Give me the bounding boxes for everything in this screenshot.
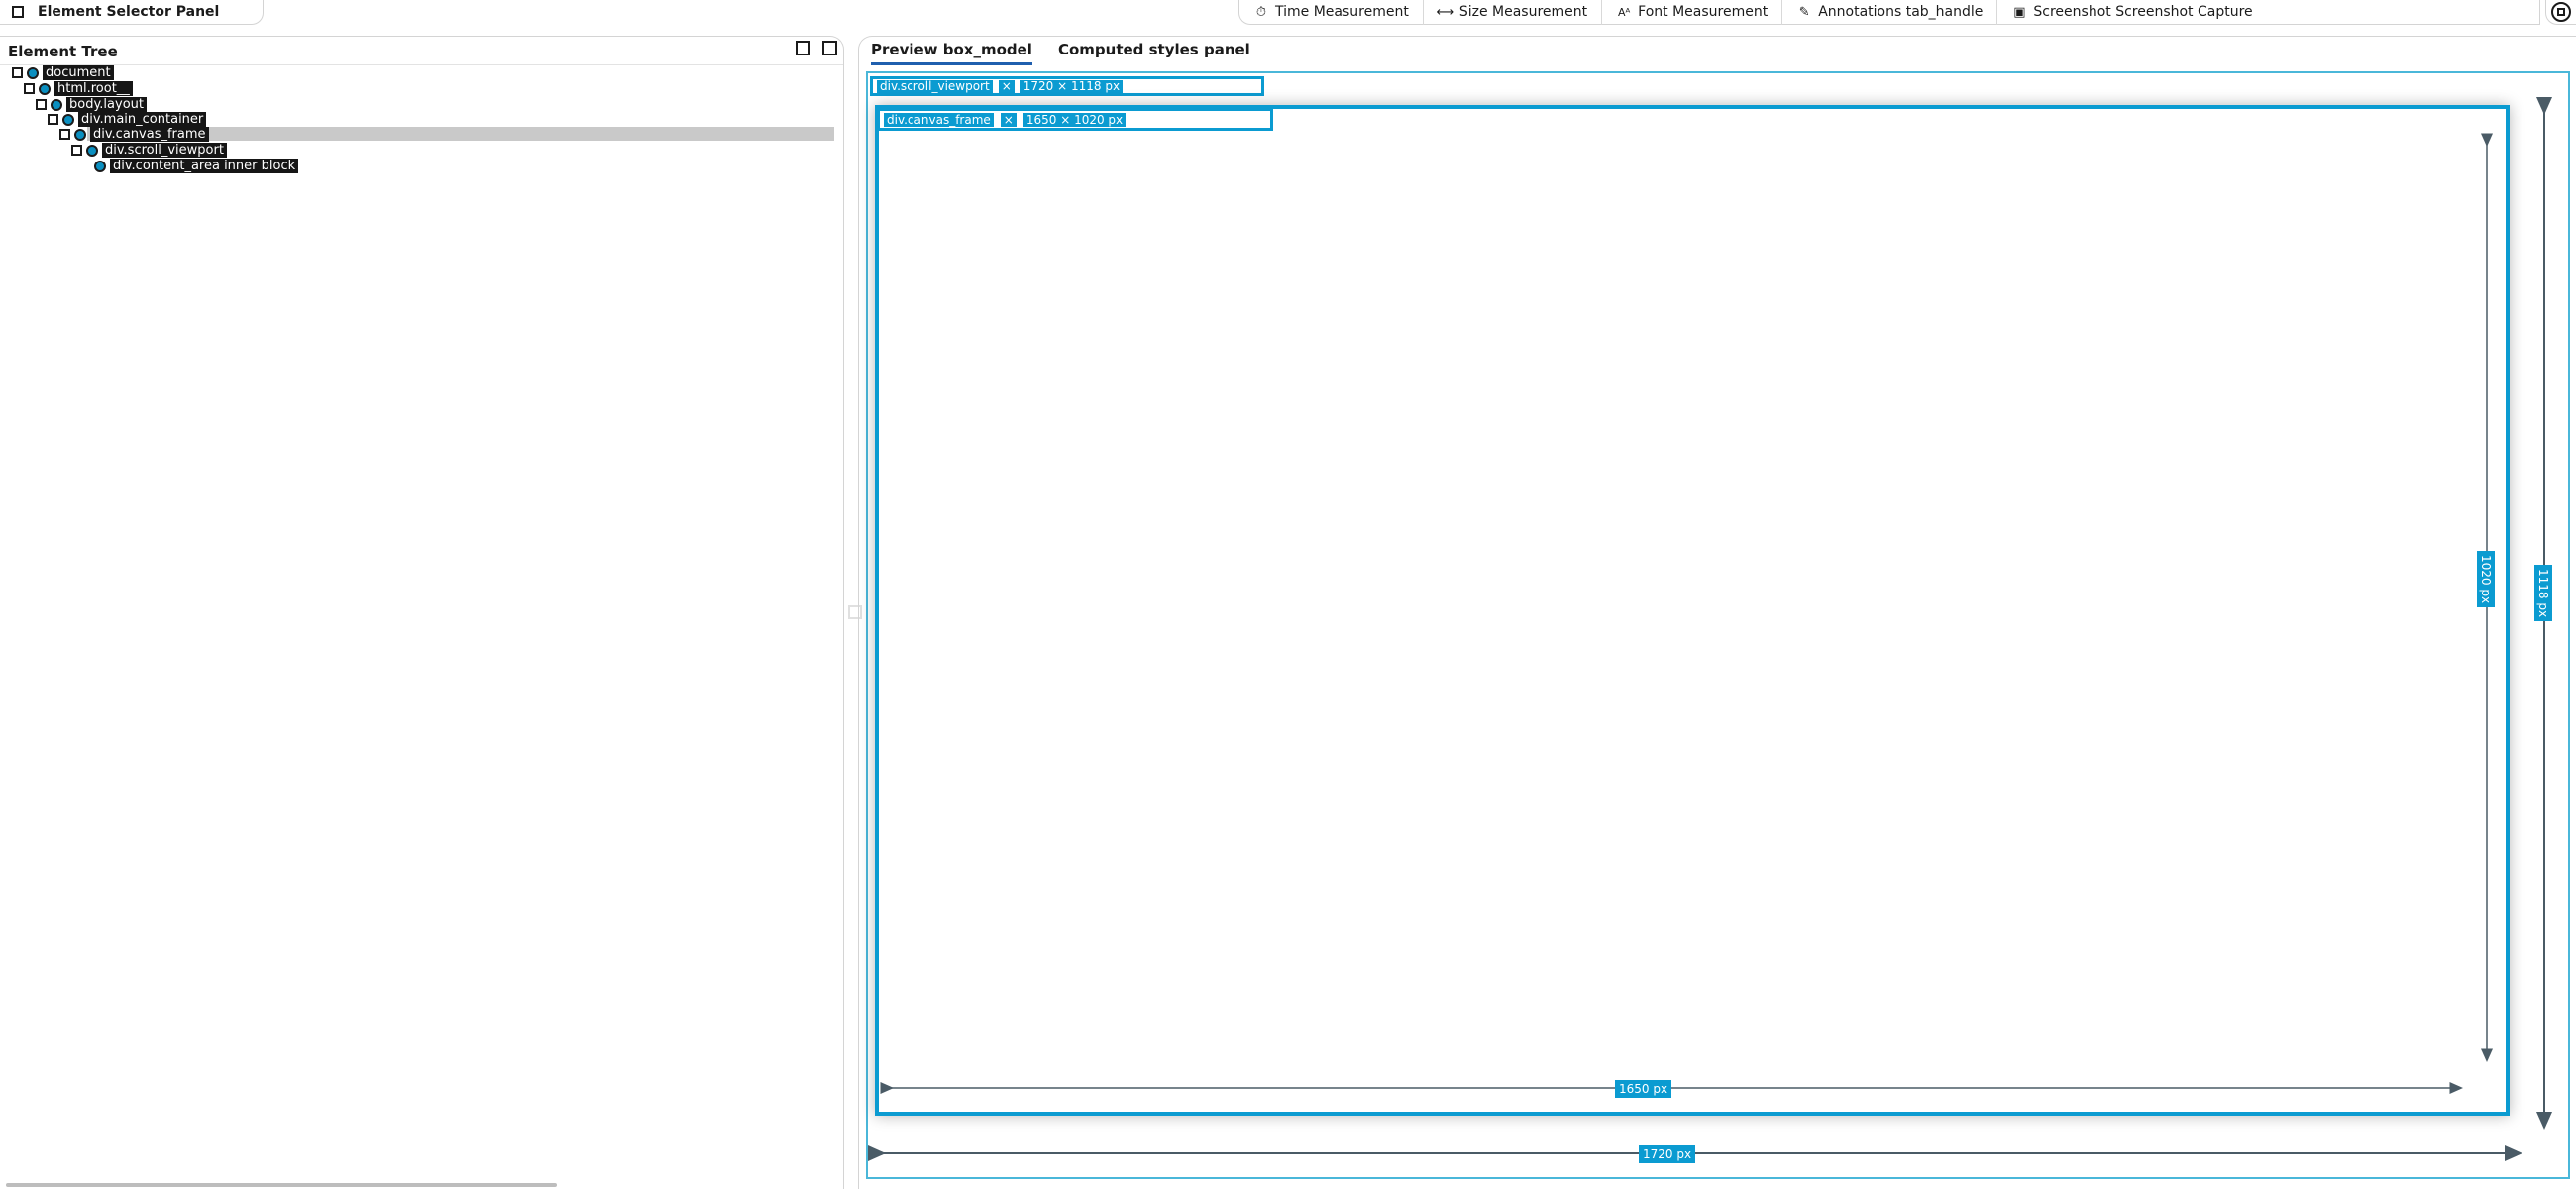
settings-button[interactable] [2545, 0, 2576, 25]
tab-preview[interactable]: Preview box_model [871, 41, 1032, 65]
inner-width-value: 1650 px [1615, 1080, 1672, 1098]
tree-node-label: div.canvas_frame [90, 127, 209, 142]
image-icon: ▣ [2013, 4, 2026, 20]
annotations-button[interactable]: ✎ Annotations tab_handle [1782, 0, 1998, 25]
panel-toggle[interactable]: Element Selector Panel [0, 0, 264, 25]
tree-node[interactable]: div.content_area inner block [94, 159, 299, 173]
outer-element-size: 1720 × 1118 px [1020, 79, 1124, 93]
horizontal-scrollbar[interactable] [6, 1183, 557, 1187]
annotations-label: Annotations tab_handle [1818, 4, 1984, 20]
measurement-toolbar: ⏱ Time Measurement ⟷ Size Measurement Aᴬ… [1238, 0, 2540, 25]
size-measurement-label: Size Measurement [1458, 4, 1588, 20]
tab-computed-styles[interactable]: Computed styles panel [1058, 41, 1250, 65]
tree-node[interactable]: div.scroll_viewport [71, 143, 227, 158]
outer-element-name: div.scroll_viewport [877, 79, 993, 93]
tree-node[interactable]: document [12, 65, 114, 80]
tree-node-label: body.layout [66, 97, 147, 112]
outer-element-separator: × [998, 79, 1015, 93]
font-measurement-button[interactable]: Aᴬ Font Measurement [1602, 0, 1783, 25]
top-toolbar: Element Selector Panel ⏱ Time Measuremen… [0, 0, 2576, 26]
tree-node-label: div.content_area inner block [110, 159, 299, 173]
node-dot-icon [27, 66, 39, 79]
collapse-all-button[interactable] [822, 41, 837, 55]
element-tree-panel: Element Tree document html.root__ body.l… [0, 36, 844, 1189]
tree-node-selected[interactable]: div.canvas_frame [59, 127, 209, 142]
text-size-icon: Aᴬ [1618, 5, 1631, 19]
node-dot-icon [39, 82, 51, 95]
screenshot-label: Screenshot Screenshot Capture [2033, 4, 2253, 20]
expand-toggle-icon[interactable] [59, 129, 70, 140]
tree-node-label: document [43, 65, 114, 80]
expand-toggle-icon[interactable] [48, 114, 58, 125]
tree-node[interactable]: html.root__ [24, 81, 133, 96]
tree-node-label: html.root__ [54, 81, 133, 96]
expand-toggle-icon[interactable] [24, 83, 35, 94]
inner-element-size: 1650 × 1020 px [1022, 112, 1127, 127]
time-measurement-button[interactable]: ⏱ Time Measurement [1239, 0, 1424, 25]
expand-toggle-icon[interactable] [71, 145, 82, 156]
inner-element-name: div.canvas_frame [884, 112, 994, 127]
pen-icon: ✎ [1798, 4, 1810, 20]
tree-node-label: div.scroll_viewport [102, 143, 227, 158]
ruler-icon: ⟷ [1436, 4, 1455, 20]
tree-node[interactable]: div.main_container [48, 112, 207, 127]
divider [0, 64, 843, 65]
outer-element-label: div.scroll_viewport × 1720 × 1118 px [870, 76, 1264, 96]
inner-height-value: 1020 px [2477, 551, 2495, 608]
tree-node-label: div.main_container [78, 112, 207, 127]
screenshot-button[interactable]: ▣ Screenshot Screenshot Capture [1997, 0, 2266, 25]
time-measurement-label: Time Measurement [1275, 4, 1409, 20]
tree-node[interactable]: body.layout [36, 97, 147, 112]
size-measurement-button[interactable]: ⟷ Size Measurement [1424, 0, 1603, 25]
preview-tabs: Preview box_model Computed styles panel [871, 41, 1250, 65]
node-dot-icon [86, 144, 98, 157]
expand-all-button[interactable] [796, 41, 810, 55]
panel-checkbox-icon[interactable] [12, 6, 24, 18]
font-measurement-label: Font Measurement [1638, 4, 1769, 20]
node-dot-icon [74, 128, 86, 141]
settings-icon [2551, 2, 2571, 22]
inner-element-box [875, 105, 2510, 1116]
node-dot-icon [94, 160, 106, 172]
panel-toggle-label: Element Selector Panel [38, 4, 220, 20]
inner-element-separator: × [1000, 112, 1017, 127]
node-dot-icon [51, 98, 62, 111]
inner-element-label: div.canvas_frame × 1650 × 1020 px [877, 108, 1273, 131]
expand-toggle-icon[interactable] [36, 99, 47, 110]
element-tree-title: Element Tree [8, 43, 118, 60]
element-tree-actions [796, 41, 837, 55]
node-dot-icon [62, 113, 74, 126]
outer-height-value: 1118 px [2534, 565, 2552, 622]
expand-toggle-icon[interactable] [12, 67, 23, 78]
outer-width-value: 1720 px [1639, 1145, 1696, 1163]
stopwatch-icon: ⏱ [1255, 4, 1267, 20]
